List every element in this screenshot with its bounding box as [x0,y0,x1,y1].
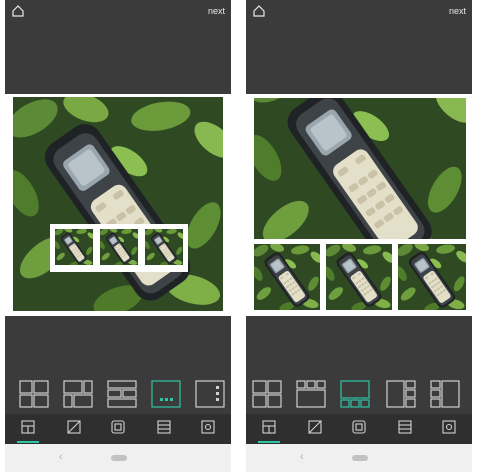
next-button[interactable]: next [449,6,466,16]
thumbnail-3[interactable] [145,229,183,265]
system-nav-bar: ‹ [5,444,231,472]
home-icon[interactable] [252,4,266,18]
layout-2x2[interactable] [252,379,282,409]
collage-screen-right: next ‹ [246,0,472,472]
layout-3-top-1-bottom[interactable] [296,379,326,409]
layout-big-right-3[interactable] [195,379,225,409]
home-icon[interactable] [11,4,25,18]
bottom-photo-1[interactable] [254,244,320,310]
top-bar: next [246,0,472,22]
border-icon[interactable] [111,420,125,434]
collage-canvas [5,94,231,316]
tool-tabs [246,414,472,444]
tool-tabs [5,414,231,444]
rows-icon[interactable] [398,420,412,434]
collage-screen-left: next ‹ [5,0,231,472]
settings-icon[interactable] [442,420,456,434]
layout-options [246,374,472,414]
layout-2x2[interactable] [19,379,49,409]
top-bar: next [5,0,231,22]
main-photo[interactable] [254,98,466,239]
active-tab-indicator [17,441,39,443]
layout-icon[interactable] [21,420,35,434]
bottom-photo-2[interactable] [326,244,392,310]
ratio-icon[interactable] [67,420,81,434]
rows-icon[interactable] [157,420,171,434]
main-photo[interactable] [13,97,223,311]
layout-rows[interactable] [107,379,137,409]
collage-canvas [246,94,472,316]
thumbnail-2[interactable] [100,229,138,265]
thumbnail-1[interactable] [55,229,93,265]
layout-big-3-bottom-selected[interactable] [340,379,370,409]
bottom-photo-3[interactable] [398,244,466,310]
next-button[interactable]: next [208,6,225,16]
settings-icon[interactable] [201,420,215,434]
back-icon[interactable]: ‹ [59,451,63,463]
active-tab-indicator [258,441,280,443]
border-icon[interactable] [352,420,366,434]
layout-big-left-3[interactable] [386,379,416,409]
thumbnail-strip [50,224,188,272]
back-icon[interactable]: ‹ [300,451,304,463]
layout-3-left-big[interactable] [430,379,460,409]
layout-icon[interactable] [262,420,276,434]
system-nav-bar: ‹ [246,444,472,472]
layout-2x2-split[interactable] [63,379,93,409]
home-pill[interactable] [111,455,127,461]
layout-big-3-bottom-selected[interactable] [151,379,181,409]
home-pill[interactable] [352,455,368,461]
layout-options [5,374,231,414]
ratio-icon[interactable] [308,420,322,434]
